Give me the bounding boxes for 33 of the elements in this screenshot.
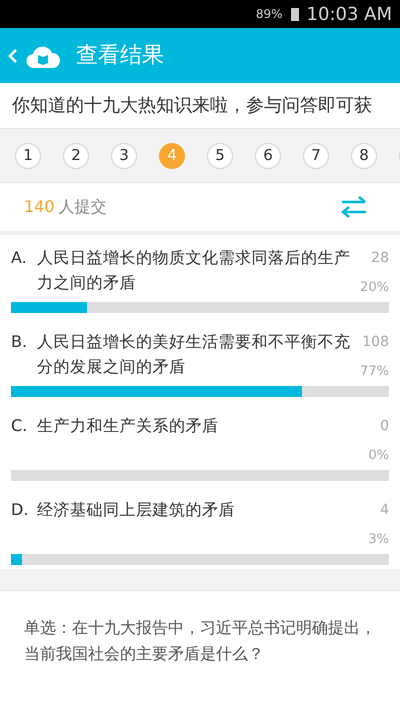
option-letter: C.	[11, 415, 28, 437]
battery-percent: 89%	[256, 6, 283, 23]
option-text: 生产力和生产关系的矛盾	[37, 415, 220, 437]
vote-percent: 0%	[368, 447, 389, 465]
submission-label: 人提交	[58, 196, 107, 218]
submission-count: 140	[24, 196, 55, 218]
page-title: 查看结果	[76, 42, 164, 70]
option-letter: D.	[11, 499, 30, 521]
clock: 10:03 AM	[306, 2, 392, 26]
vote-count: 28	[371, 249, 389, 267]
option-letter: A.	[11, 247, 28, 269]
question-number-tab[interactable]: 1	[15, 142, 41, 168]
vote-count: 108	[362, 333, 389, 351]
option-text: 人民日益增长的物质文化需求同落后的生产力之间的矛盾	[37, 247, 352, 294]
question-number-tab[interactable]: 6	[255, 142, 281, 168]
question-number-tab[interactable]: 3	[111, 142, 137, 168]
vote-percent: 20%	[360, 279, 389, 297]
question-number-tab[interactable]: 7	[303, 142, 329, 168]
battery-icon	[290, 7, 299, 21]
question-number-tab[interactable]: 5	[207, 142, 233, 168]
vote-count: 0	[380, 417, 389, 435]
swap-arrows-icon[interactable]	[340, 195, 368, 219]
vote-count: 4	[380, 501, 389, 519]
back-icon[interactable]	[8, 48, 18, 64]
vote-percent: 77%	[360, 363, 389, 381]
option-letter: B.	[11, 331, 28, 353]
marquee-text: 你知道的十九大热知识来啦，参与问答即可获	[12, 94, 372, 118]
vote-percent: 3%	[368, 531, 389, 549]
question-text: 单选：在十九大报告中，习近平总书记明确提出，当前我国社会的主要矛盾是什么？	[24, 617, 376, 665]
question-number-tab[interactable]: 8	[351, 142, 377, 168]
option-text: 人民日益增长的美好生活需要和不平衡不充分的发展之间的矛盾	[37, 331, 352, 378]
option-text: 经济基础同上层建筑的矛盾	[37, 499, 236, 521]
question-number-tab[interactable]: 2	[63, 142, 89, 168]
